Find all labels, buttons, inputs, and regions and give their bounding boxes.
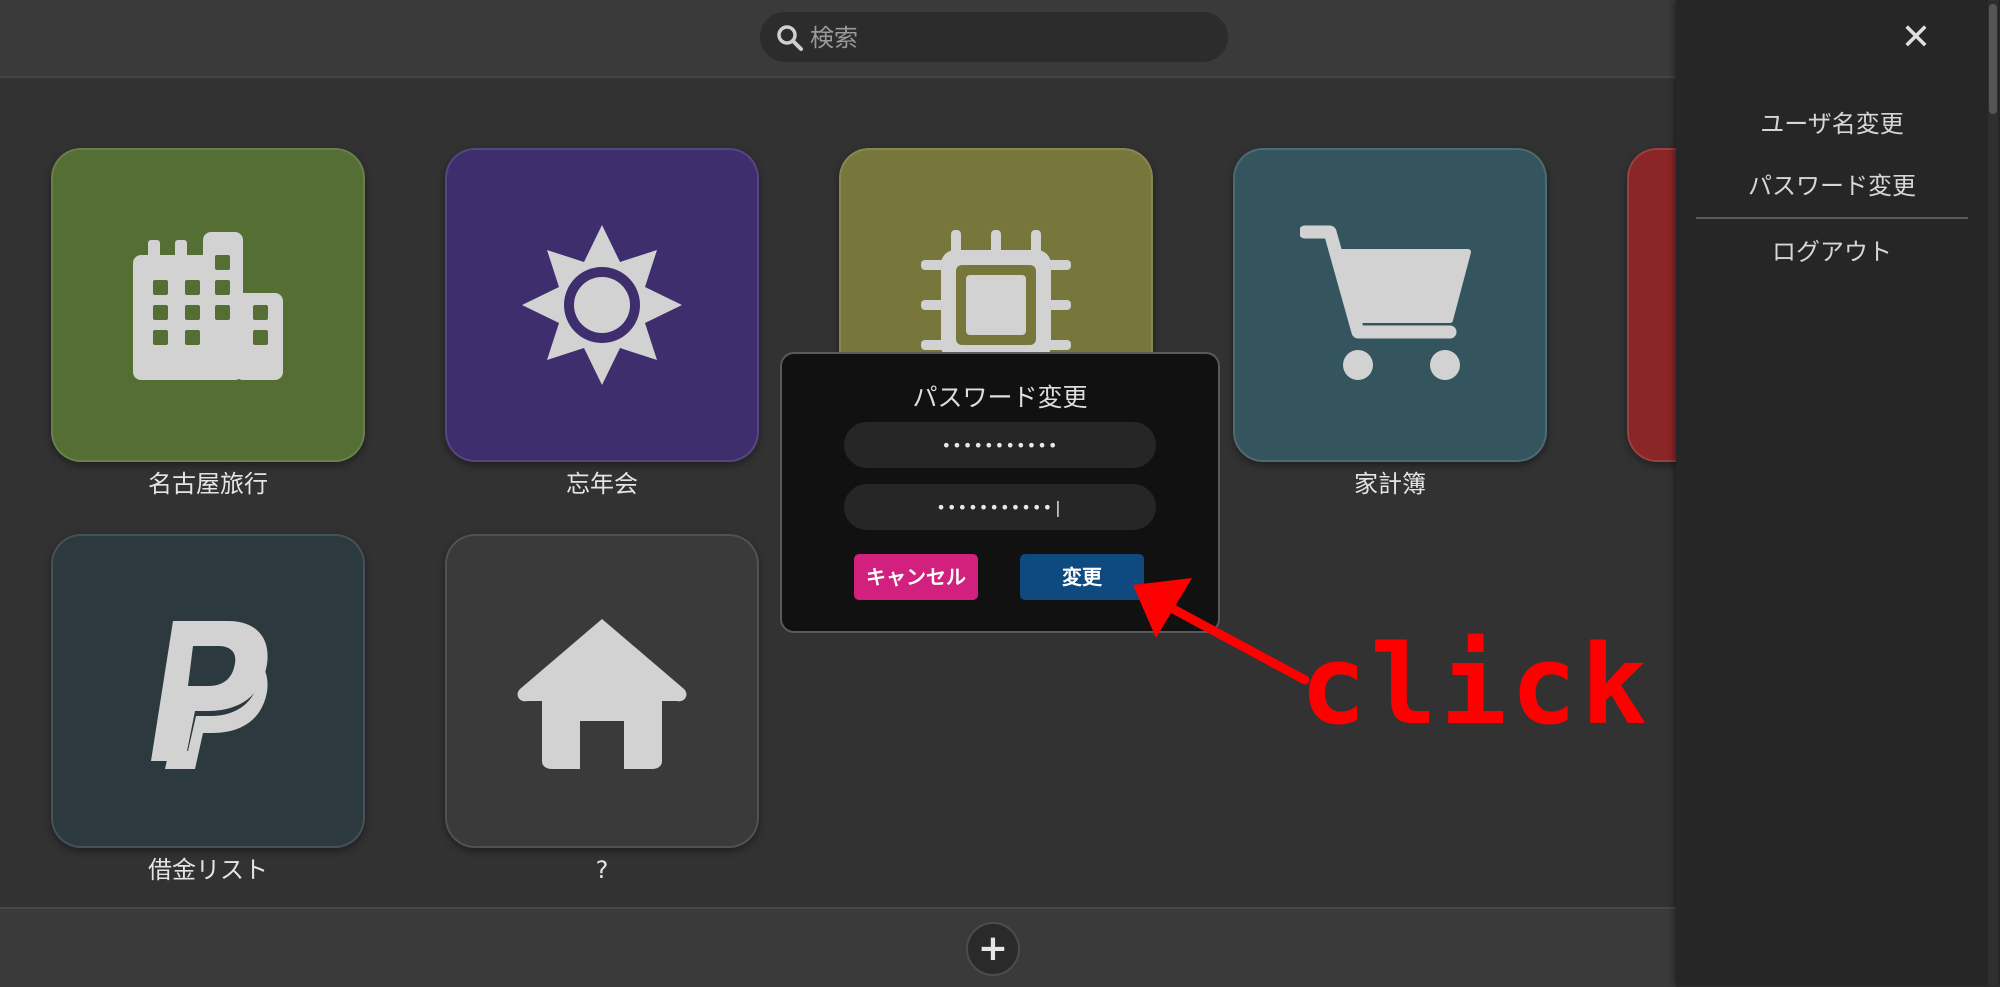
tile-unknown[interactable]: ? (445, 534, 759, 886)
scrollbar-thumb[interactable] (1989, 4, 1997, 114)
new-password-field[interactable]: •••••••••••| (844, 484, 1156, 530)
shopping-cart-icon (1300, 225, 1471, 380)
tile-debt-list[interactable]: 借金リスト (51, 534, 365, 886)
menu-item-change-username[interactable]: ユーザ名変更 (1696, 104, 1968, 139)
current-password-field[interactable]: ••••••••••• (844, 422, 1156, 468)
bottom-bar: + (0, 907, 1676, 987)
search-icon (777, 25, 803, 51)
scrollbar[interactable] (1988, 0, 1998, 985)
click-annotation: click (1300, 621, 1652, 749)
tile-label: 借金リスト (148, 856, 268, 884)
tile-nagoya-trip[interactable]: 名古屋旅行 (51, 148, 365, 500)
tile-label: 名古屋旅行 (148, 470, 268, 498)
annotation-arrow-icon (1133, 578, 1310, 685)
search-bar[interactable] (760, 12, 1228, 64)
tile-box[interactable] (51, 534, 365, 848)
tile-household-budget[interactable]: 家計簿 (1233, 148, 1547, 500)
tile-box[interactable] (51, 148, 365, 462)
tile-box[interactable] (445, 534, 759, 848)
top-bar (0, 0, 1676, 78)
tile-box[interactable] (445, 148, 759, 462)
cancel-button[interactable]: キャンセル (854, 554, 978, 600)
tile-year-end-party[interactable]: 忘年会 (445, 148, 759, 500)
side-menu: ✕ ユーザ名変更 パスワード変更 ログアウト (1676, 0, 2000, 985)
search-input[interactable] (808, 12, 1212, 64)
tile-label: 忘年会 (566, 470, 638, 498)
home-icon (517, 619, 687, 769)
menu-item-logout[interactable]: ログアウト (1696, 232, 1968, 267)
add-button[interactable]: + (966, 922, 1020, 976)
menu-divider (1696, 217, 1968, 219)
tile-label: 家計簿 (1354, 470, 1426, 498)
paypal-icon (151, 621, 268, 769)
close-icon[interactable]: ✕ (1896, 18, 1936, 58)
sun-icon (522, 225, 682, 385)
tile-box[interactable] (1233, 148, 1547, 462)
menu-item-change-password[interactable]: パスワード変更 (1696, 166, 1968, 201)
dialog-title: パスワード変更 (912, 383, 1088, 412)
building-icon (133, 232, 283, 380)
tile-label: ? (595, 856, 609, 884)
